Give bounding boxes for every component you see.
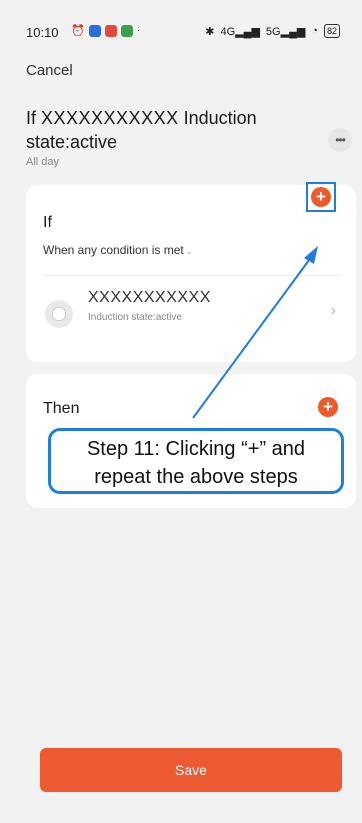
status-time: 10:10 [26, 25, 59, 40]
if-card-title: If [43, 214, 52, 231]
notification-icons: ⏰ · [71, 24, 140, 37]
system-icons: ✱ 4G▂▄▆ 5G▂▄▆ ◔ 82 [205, 24, 340, 38]
signal-icon: 5G▂▄▆ [265, 25, 306, 38]
cancel-button[interactable]: Cancel [26, 62, 73, 79]
more-icon[interactable]: ••• [328, 128, 352, 152]
condition-device-name: XXXXXXXXXXX [88, 289, 211, 306]
condition-mode-selector[interactable]: When any condition is met ⌄ [43, 243, 192, 257]
wifi-icon: ◔ [311, 25, 318, 37]
add-action-button[interactable]: + [318, 397, 338, 417]
then-card-title: Then [43, 400, 80, 417]
callout-line-1: Step 11: Clicking “+” and [86, 438, 306, 460]
chevron-down-icon: ⌄ [185, 247, 193, 256]
callout-line-2: repeat the above steps [94, 466, 298, 488]
app-notification-icon [88, 24, 101, 37]
alarm-icon: ⏰ [71, 25, 85, 37]
masked-device-name: XXXXXXXXXXX [41, 108, 179, 128]
device-icon [45, 300, 73, 328]
status-bar: 10:10 ⏰ · ✱ 4G▂▄▆ 5G▂▄▆ ◔ 82 [0, 0, 362, 44]
divider [43, 275, 339, 276]
highlight-box [306, 182, 336, 212]
schedule-subtitle: All day [26, 156, 60, 168]
signal-icon: 4G▂▄▆ [220, 25, 260, 38]
app-notification-icon [120, 24, 133, 37]
app-notification-icon [104, 24, 117, 37]
dot-icon: · [136, 25, 141, 36]
save-button[interactable]: Save [40, 748, 342, 792]
step-callout: Step 11: Clicking “+” and repeat the abo… [48, 428, 344, 494]
page-title: If XXXXXXXXXXX Induction state:active [26, 108, 257, 152]
bluetooth-icon: ✱ [205, 25, 215, 38]
battery-icon: 82 [323, 24, 340, 38]
condition-device-state: Induction state:active [88, 312, 182, 323]
chevron-right-icon: › [330, 302, 336, 319]
